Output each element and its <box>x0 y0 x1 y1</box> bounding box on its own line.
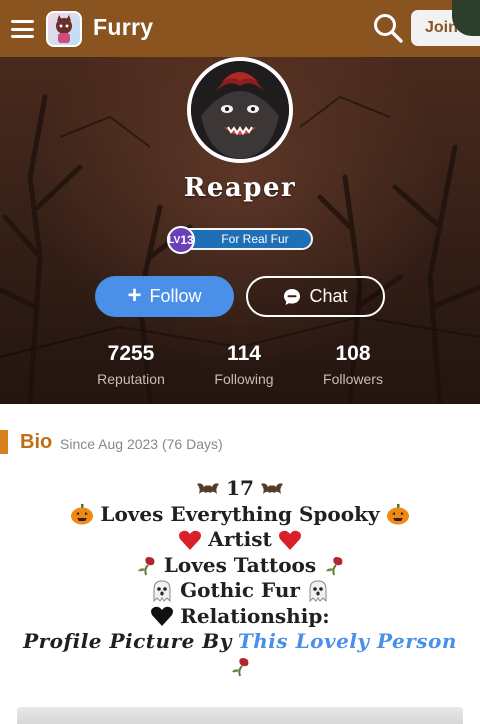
profile-header: Reaper LV 13 For Real Fur + Follow Chat 7… <box>0 57 480 404</box>
bio-age: 17 <box>226 476 254 500</box>
bio-line: 17 <box>10 476 470 502</box>
pumpkin-emoji <box>71 504 94 525</box>
avatar[interactable] <box>187 57 293 163</box>
app-title: Furry <box>93 14 154 40</box>
follow-button[interactable]: + Follow <box>95 276 234 317</box>
bio-line: Loves Tattoos <box>10 553 470 579</box>
bio-accent-bar <box>0 430 8 454</box>
stat-value: 108 <box>335 342 371 365</box>
follow-label: Follow <box>149 286 202 306</box>
bio-since-date: Since Aug 2023 (76 Days) <box>60 436 223 452</box>
top-bar: Furry Join <box>0 0 480 57</box>
bio-header: Bio Since Aug 2023 (76 Days) <box>0 430 480 454</box>
ghost-emoji <box>153 580 171 602</box>
bio-credit-prefix: Profile Picture By <box>23 629 232 653</box>
chat-bubble-icon <box>284 288 301 305</box>
bio-line: Relationship: <box>10 604 470 630</box>
menu-icon[interactable] <box>11 20 34 38</box>
bio-content: 17 Loves Everything Spooky Artist Loves … <box>10 476 470 677</box>
wilted-rose-emoji <box>326 557 343 576</box>
chat-button[interactable]: Chat <box>246 276 385 317</box>
stat-label: Followers <box>323 371 383 387</box>
bio-spooky: Loves Everything Spooky <box>100 501 380 526</box>
level-number: 13 <box>180 233 194 247</box>
bio-line <box>10 655 470 677</box>
level-badge[interactable]: LV 13 <box>167 226 195 254</box>
stat-label: Reputation <box>97 371 165 387</box>
bio-line: Artist <box>10 527 470 553</box>
app-icon[interactable] <box>46 11 82 47</box>
ghost-emoji <box>309 580 327 602</box>
level-prefix: LV <box>168 234 181 246</box>
stat-label: Following <box>214 371 274 387</box>
stat-value: 7255 <box>107 342 155 365</box>
black-heart-emoji <box>151 607 174 627</box>
wilted-rose-emoji <box>232 657 249 676</box>
bio-line: Loves Everything Spooky <box>10 502 470 528</box>
pumpkin-emoji <box>386 504 409 525</box>
bio-title: Bio <box>20 431 53 453</box>
bio-line: Gothic Fur <box>10 578 470 604</box>
bio-gothic: Gothic Fur <box>180 578 300 602</box>
username: Reaper <box>183 173 297 203</box>
bio-relationship: Relationship: <box>180 603 330 628</box>
bottom-card-edge <box>17 707 463 724</box>
plus-icon: + <box>127 281 142 309</box>
search-icon[interactable] <box>372 12 404 44</box>
stat-following[interactable]: 114 Following <box>189 342 299 387</box>
profile-picture-credit-link[interactable]: This Lovely Person <box>238 629 457 655</box>
chat-label: Chat <box>309 286 348 306</box>
stat-followers[interactable]: 108 Followers <box>298 342 408 387</box>
bio-artist: Artist <box>208 527 272 551</box>
level-title: For Real Fur <box>221 232 289 246</box>
bat-emoji <box>260 483 283 494</box>
bat-emoji <box>197 483 220 494</box>
wilted-rose-emoji <box>137 557 155 576</box>
stat-reputation[interactable]: 7255 Reputation <box>76 342 186 387</box>
bio-tattoos: Loves Tattoos <box>163 552 317 577</box>
heart-emoji <box>278 530 301 550</box>
bio-line: Profile Picture By This Lovely Person <box>10 629 470 655</box>
heart-emoji <box>179 530 202 550</box>
stat-value: 114 <box>227 342 261 365</box>
